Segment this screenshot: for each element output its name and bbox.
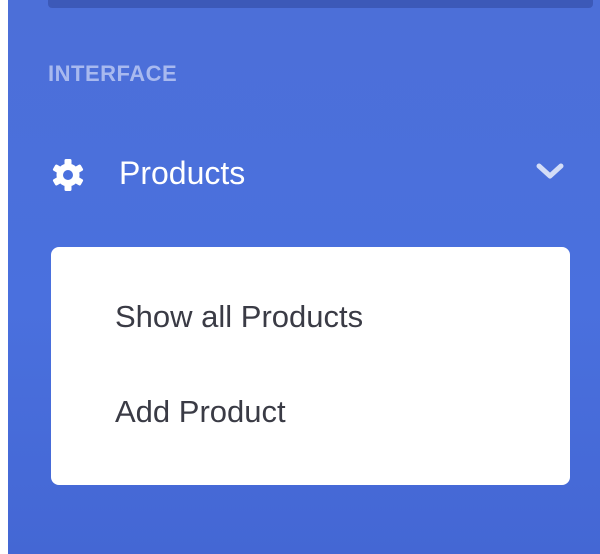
sidebar-heading: INTERFACE (48, 61, 178, 86)
submenu-item-add-product[interactable]: Add Product (115, 394, 286, 430)
app-frame: INTERFACE Products Show all Products Add… (0, 0, 600, 554)
nav-item-products[interactable]: Products (8, 145, 600, 205)
gear-icon (52, 159, 84, 191)
nav-item-label: Products (119, 155, 246, 191)
sidebar: INTERFACE Products Show all Products Add… (8, 0, 600, 554)
submenu-panel: Show all Products Add Product (51, 247, 570, 485)
submenu-item-show-all-products[interactable]: Show all Products (115, 299, 363, 335)
sidebar-divider (48, 0, 593, 8)
chevron-down-icon[interactable] (534, 162, 566, 182)
